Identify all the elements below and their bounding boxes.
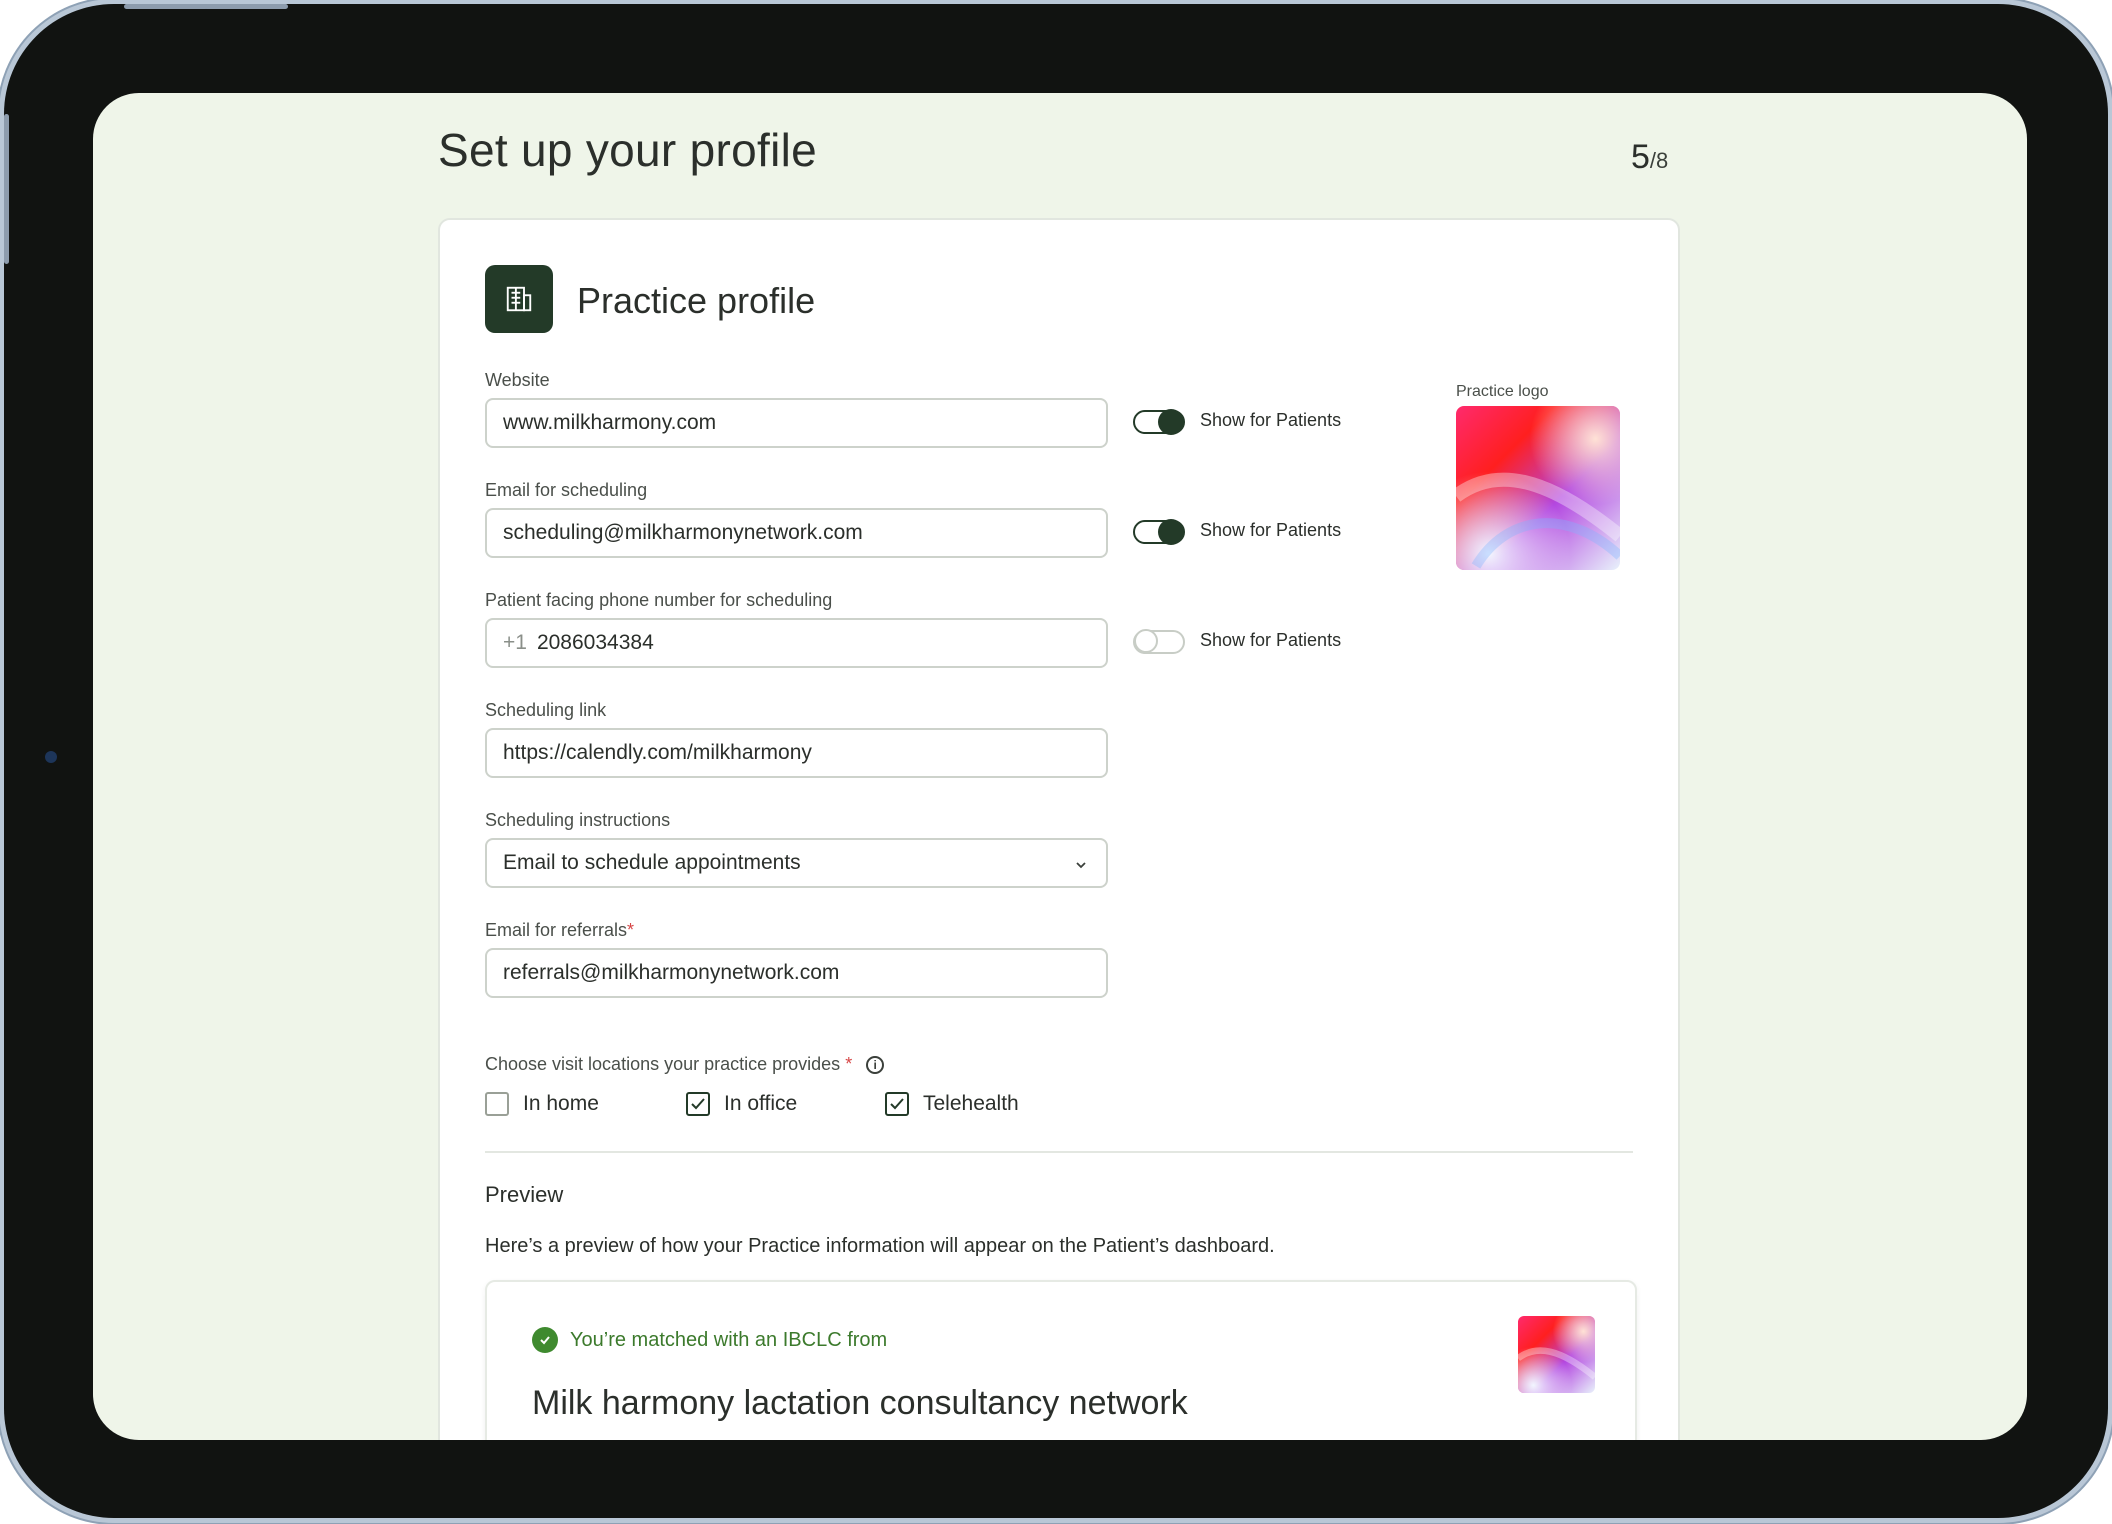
- website-toggle-label: Show for Patients: [1200, 410, 1342, 430]
- check-icon: [890, 1098, 904, 1110]
- location-telehealth-checkbox[interactable]: Telehealth: [885, 1092, 1019, 1116]
- info-icon[interactable]: i: [866, 1056, 885, 1075]
- email-referrals-value: referrals@milkharmonynetwork.com: [503, 961, 840, 984]
- website-input[interactable]: www.milkharmony.com: [485, 398, 1108, 448]
- step-total: /8: [1649, 148, 1669, 173]
- email-scheduling-input[interactable]: scheduling@milkharmonynetwork.com: [485, 508, 1108, 558]
- email-scheduling-value: scheduling@milkharmonynetwork.com: [503, 521, 863, 544]
- step-indicator: 5/8: [1631, 138, 1668, 177]
- volume-button: [124, 4, 208, 9]
- checkbox-box[interactable]: [885, 1092, 909, 1116]
- phone-label: Patient facing phone number for scheduli…: [485, 590, 833, 610]
- email-scheduling-label: Email for scheduling: [485, 480, 648, 500]
- preview-card: You’re matched with an IBCLC from Milk h…: [485, 1280, 1637, 1440]
- chevron-down-icon: [1074, 854, 1088, 878]
- scheduling-link-value: https://calendly.com/milkharmony: [503, 741, 812, 764]
- practice-logo-image[interactable]: [1456, 406, 1620, 570]
- email-referrals-input[interactable]: referrals@milkharmonynetwork.com: [485, 948, 1108, 998]
- phone-toggle-label: Show for Patients: [1200, 630, 1342, 650]
- location-in-office-checkbox[interactable]: In office: [686, 1092, 797, 1116]
- email-toggle-label: Show for Patients: [1200, 520, 1342, 540]
- location-in-office-label: In office: [724, 1092, 798, 1115]
- section-title: Practice profile: [577, 280, 816, 321]
- preview-logo-image: [1518, 1316, 1595, 1393]
- camera: [45, 751, 57, 763]
- website-label: Website: [485, 370, 550, 390]
- scheduling-link-input[interactable]: https://calendly.com/milkharmony: [485, 728, 1108, 778]
- scheduling-instructions-label: Scheduling instructions: [485, 810, 671, 830]
- scheduling-instructions-select[interactable]: Email to schedule appointments: [485, 838, 1108, 888]
- divider: [485, 1151, 1633, 1153]
- location-in-home-label: In home: [523, 1092, 599, 1115]
- volume-button: [204, 4, 288, 9]
- required-mark: *: [845, 1054, 853, 1074]
- checkbox-box[interactable]: [686, 1092, 710, 1116]
- practice-profile-card: Practice profile Website www.milkharmony…: [438, 218, 1680, 1440]
- practice-logo-label: Practice logo: [1456, 383, 1549, 400]
- checkbox-box[interactable]: [485, 1092, 509, 1116]
- side-button: [4, 114, 9, 264]
- tablet-frame: Set up your profile 5/8 Practice profile…: [4, 4, 2108, 1518]
- phone-input[interactable]: +1 2086034384: [485, 618, 1108, 668]
- scheduling-link-label: Scheduling link: [485, 700, 607, 720]
- screen: Set up your profile 5/8 Practice profile…: [93, 93, 2027, 1440]
- preview-title: Preview: [485, 1182, 564, 1207]
- email-referrals-label-text: Email for referrals: [485, 920, 628, 940]
- step-current: 5: [1631, 138, 1650, 176]
- email-referrals-label: Email for referrals*: [485, 920, 634, 941]
- building-icon: [485, 265, 553, 333]
- locations-label-text: Choose visit locations your practice pro…: [485, 1054, 841, 1074]
- website-show-toggle[interactable]: [1133, 409, 1185, 435]
- check-circle-icon: [532, 1327, 558, 1353]
- email-show-toggle[interactable]: [1133, 519, 1185, 545]
- phone-show-toggle[interactable]: [1133, 629, 1185, 654]
- location-in-home-checkbox[interactable]: In home: [485, 1092, 599, 1116]
- check-icon: [691, 1098, 705, 1110]
- matched-message: You’re matched with an IBCLC from: [532, 1327, 887, 1353]
- page-title: Set up your profile: [438, 124, 818, 176]
- scheduling-instructions-value: Email to schedule appointments: [503, 851, 801, 874]
- required-mark: *: [627, 920, 635, 940]
- website-value: www.milkharmony.com: [503, 411, 717, 434]
- preview-description: Here’s a preview of how your Practice in…: [485, 1235, 1275, 1257]
- phone-prefix: +1: [503, 631, 527, 654]
- matched-text: You’re matched with an IBCLC from: [570, 1328, 888, 1351]
- locations-label: Choose visit locations your practice pro…: [485, 1054, 885, 1075]
- practice-name: Milk harmony lactation consultancy netwo…: [532, 1384, 1188, 1422]
- location-telehealth-label: Telehealth: [923, 1092, 1019, 1115]
- phone-value: 2086034384: [536, 631, 654, 654]
